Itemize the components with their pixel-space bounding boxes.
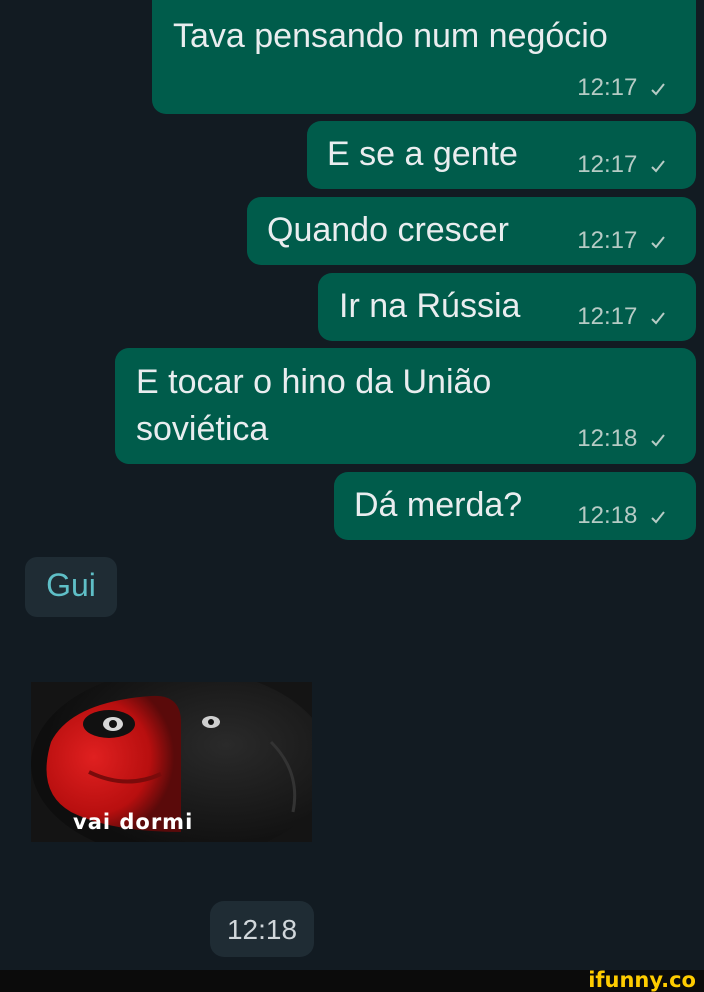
sent-check-icon — [651, 312, 665, 325]
message-time: 12:17 — [577, 303, 638, 330]
chat-view: Tava pensando num negócio 12:17 E se a g… — [0, 0, 704, 992]
sent-check-icon — [651, 434, 665, 447]
sent-check-icon — [651, 236, 665, 249]
outgoing-message[interactable]: Tava pensando num negócio 12:17 — [152, 0, 696, 114]
outgoing-message[interactable]: Ir na Rússia 12:17 — [318, 273, 696, 341]
message-meta: 12:17 — [577, 303, 666, 331]
message-meta: 12:18 — [577, 502, 666, 530]
incoming-message-time-chip: 12:18 — [210, 901, 314, 957]
sender-name: Gui — [46, 567, 96, 603]
outgoing-message[interactable]: E tocar o hino da União soviética 12:18 — [115, 348, 696, 464]
message-text: Ir na Rússia — [339, 287, 521, 325]
message-meta: 12:18 — [577, 425, 666, 453]
sticker-caption: vai dormi — [73, 810, 194, 834]
ifunny-watermark: ifunny.co — [588, 968, 696, 992]
message-time: 12:17 — [577, 227, 638, 254]
watermark-bar: ifunny.co — [0, 968, 704, 992]
message-text: Dá merda? — [354, 486, 523, 524]
message-time: 12:17 — [577, 74, 638, 101]
message-time: 12:18 — [226, 914, 298, 945]
message-text: E se a gente — [327, 135, 518, 173]
sent-check-icon — [651, 83, 665, 96]
message-text: Quando crescer — [267, 211, 509, 249]
sent-check-icon — [651, 160, 665, 173]
message-time: 12:18 — [577, 425, 638, 452]
message-text-line-2: soviética — [136, 410, 269, 448]
outgoing-message[interactable]: Quando crescer 12:17 — [247, 197, 696, 265]
message-meta: 12:17 — [577, 151, 666, 179]
message-meta: 12:17 — [577, 74, 666, 102]
message-text: Tava pensando num negócio — [173, 17, 608, 55]
sticker-image[interactable]: vai dormi — [31, 682, 312, 842]
message-text-line-1: E tocar o hino da União — [136, 363, 492, 401]
outgoing-message[interactable]: E se a gente 12:17 — [307, 121, 696, 189]
message-time: 12:18 — [577, 502, 638, 529]
sent-check-icon — [651, 511, 665, 524]
message-meta: 12:17 — [577, 227, 666, 255]
message-time: 12:17 — [577, 151, 638, 178]
sender-name-chip[interactable]: Gui — [25, 557, 117, 617]
outgoing-message[interactable]: Dá merda? 12:18 — [334, 472, 696, 540]
